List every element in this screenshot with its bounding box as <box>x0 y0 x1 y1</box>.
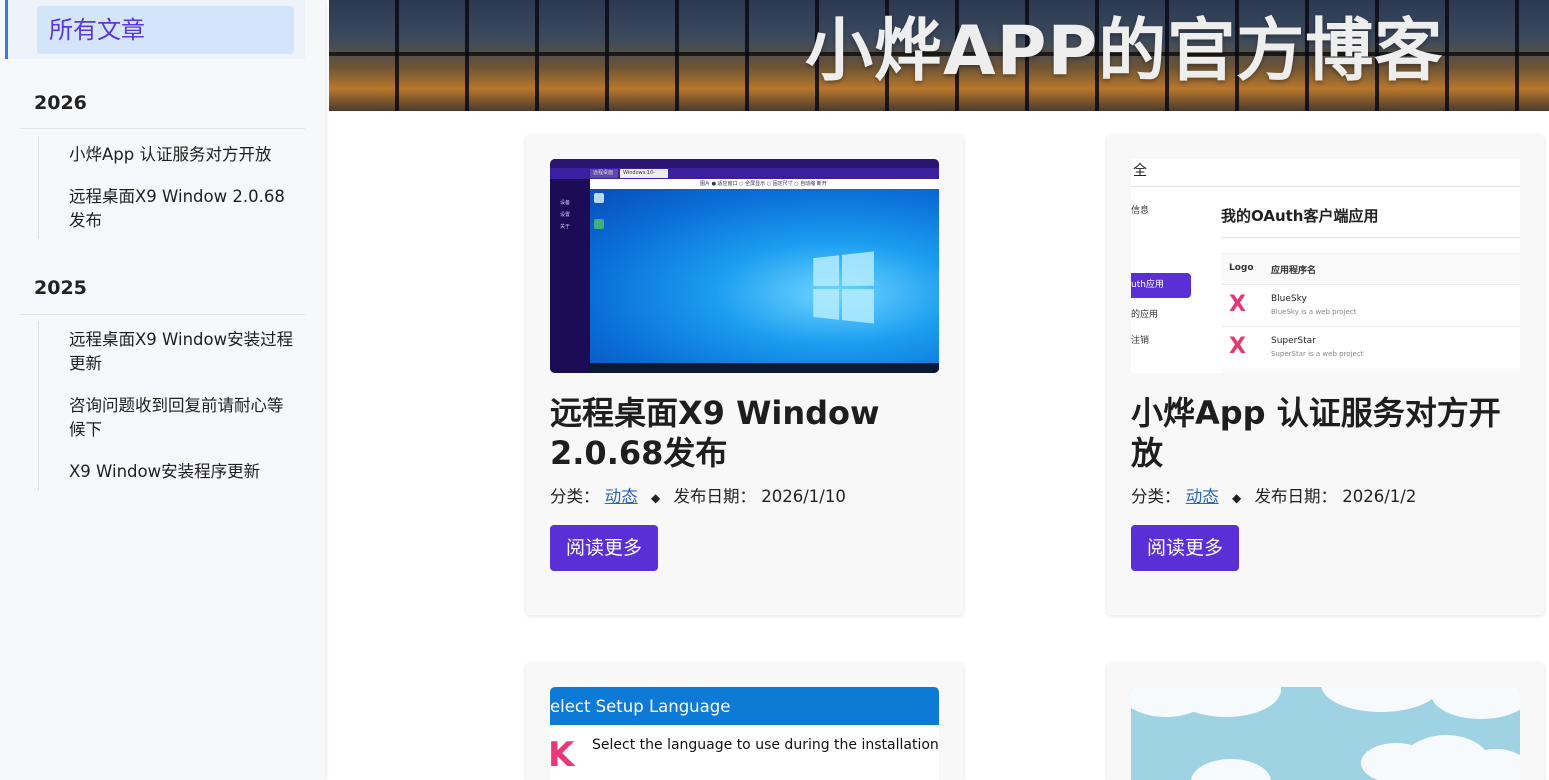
post-card: 远程桌面 Windows 10-172.16.0.3 设备 设置 关于 图片 ●… <box>526 135 963 615</box>
post-meta: 分类： 动态 ◆ 发布日期： 2026/1/2 <box>1131 487 1417 506</box>
remote-desktop-screenshot: 远程桌面 Windows 10-172.16.0.3 设备 设置 关于 图片 ●… <box>550 159 939 373</box>
post-title[interactable]: 小烨App 认证服务对方开放 <box>1131 393 1521 473</box>
diamond-separator-icon: ◆ <box>1232 491 1242 505</box>
desktop-icon <box>594 219 604 229</box>
post-meta: 分类： 动态 ◆ 发布日期： 2026/1/10 <box>550 487 846 506</box>
windows-desktop <box>590 189 939 363</box>
year-heading-2026: 2026 <box>34 92 87 114</box>
site-title: 小烨APP的官方博客 <box>805 12 1444 91</box>
sidebar-post-link[interactable]: 远程桌面X9 Window 2.0.68发布 <box>69 185 294 233</box>
x-logo-icon: X <box>1229 292 1246 317</box>
table-row: X SuperStar SuperStar is a web project <box>1221 326 1520 368</box>
post-card <box>1107 663 1544 780</box>
read-more-button[interactable]: 阅读更多 <box>1131 525 1239 571</box>
oauth-table: Logo 应用程序名 X BlueSky BlueSky is a web pr… <box>1221 253 1520 373</box>
sidebar-post-link[interactable]: X9 Window安装程序更新 <box>69 460 294 484</box>
year-heading-2025: 2025 <box>34 277 87 299</box>
post-date: 2026/1/10 <box>761 487 846 506</box>
diamond-separator-icon: ◆ <box>651 491 661 505</box>
table-row: X BlueSky BlueSky is a web project <box>1221 284 1520 326</box>
windows-logo-icon <box>813 251 875 325</box>
sidebar-all-posts-row: 所有文章 <box>5 0 305 59</box>
read-more-button[interactable]: 阅读更多 <box>550 525 658 571</box>
sidebar-item-all-posts[interactable]: 所有文章 <box>37 6 294 54</box>
thumb-tab: 远程桌面 <box>590 169 618 178</box>
sidebar-post-link[interactable]: 小烨App 认证服务对方开放 <box>69 143 294 167</box>
category-link[interactable]: 动态 <box>605 487 638 506</box>
sidebar-post-link[interactable]: 远程桌面X9 Window安装过程更新 <box>69 328 294 376</box>
divider <box>20 128 305 129</box>
thumb-tab: Windows 10-172.16.0.3 <box>620 169 668 185</box>
oauth-screenshot: 全 信息 uth应用 的应用 注销 我的OAuth客户端应用 Logo 应用程序… <box>1131 159 1520 373</box>
year-group-2025: 远程桌面X9 Window安装过程更新 咨询问题收到回复前请耐心等候下 X9 W… <box>38 321 308 491</box>
post-thumbnail[interactable]: 全 信息 uth应用 的应用 注销 我的OAuth客户端应用 Logo 应用程序… <box>1131 159 1520 373</box>
year-group-2026: 小烨App 认证服务对方开放 远程桌面X9 Window 2.0.68发布 <box>38 136 308 239</box>
sidebar: 所有文章 2026 小烨App 认证服务对方开放 远程桌面X9 Window 2… <box>0 0 325 780</box>
divider <box>20 314 305 315</box>
post-title[interactable]: 远程桌面X9 Window 2.0.68发布 <box>550 393 940 473</box>
thumb-toolbar: 图片 ● 适应窗口 ○ 全屏显示 ○ 固定尺寸 ○ 自动缩 断开 <box>590 179 939 189</box>
category-link[interactable]: 动态 <box>1186 487 1219 506</box>
taskbar <box>590 363 939 373</box>
k-logo-icon: K <box>550 735 575 775</box>
sky-illustration <box>1131 687 1520 780</box>
sidebar-post-link[interactable]: 咨询问题收到回复前请耐心等候下 <box>69 394 294 442</box>
setup-language-screenshot: elect Setup Language K Select the langua… <box>550 687 939 780</box>
post-card: elect Setup Language K Select the langua… <box>526 663 963 780</box>
post-card: 全 信息 uth应用 的应用 注销 我的OAuth客户端应用 Logo 应用程序… <box>1107 135 1544 615</box>
header-banner: 小烨APP的官方博客 <box>329 0 1549 111</box>
x-logo-icon: X <box>1229 334 1246 359</box>
thumb-sidebar: 设备 设置 关于 <box>550 179 590 373</box>
post-thumbnail[interactable] <box>1131 687 1520 780</box>
post-thumbnail[interactable]: 远程桌面 Windows 10-172.16.0.3 设备 设置 关于 图片 ●… <box>550 159 939 373</box>
post-thumbnail[interactable]: elect Setup Language K Select the langua… <box>550 687 939 780</box>
post-date: 2026/1/2 <box>1342 487 1417 506</box>
desktop-icon <box>594 193 604 203</box>
